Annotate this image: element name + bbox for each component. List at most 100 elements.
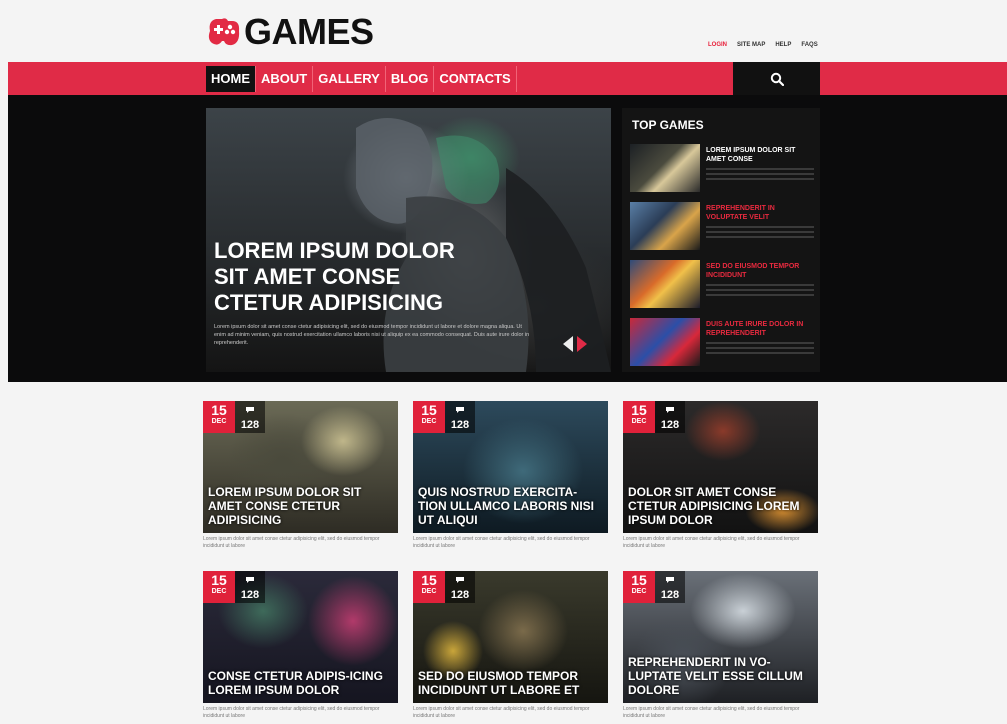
top-game-thumbnail: [630, 260, 700, 308]
post-title[interactable]: QUIS NOSTRUD EXERCITA-TION ULLAMCO LABOR…: [418, 485, 603, 527]
post-image: 15 DEC 128 SED DO EIUSMOD TEMPOR INCIDID…: [413, 571, 608, 703]
top-games-heading: TOP GAMES: [632, 118, 704, 132]
top-game-desc: [706, 226, 814, 240]
nav-gallery[interactable]: GALLERY: [313, 66, 386, 92]
post-card[interactable]: 15 DEC 128 DOLOR SIT AMET CONSE CTETUR A…: [623, 401, 818, 561]
top-game-item[interactable]: DUIS AUTE IRURE DOLOR IN REPREHENDERIT: [630, 318, 816, 366]
post-day: 15: [631, 572, 647, 588]
post-day: 15: [421, 402, 437, 418]
hero-slider[interactable]: LOREM IPSUM DOLOR SIT AMET CONSE CTETUR …: [206, 108, 611, 372]
nav-home[interactable]: HOME: [206, 66, 256, 92]
site-logo[interactable]: GAMES: [206, 10, 374, 54]
comment-count: 128: [450, 419, 470, 431]
nav-contacts[interactable]: CONTACTS: [434, 66, 517, 92]
post-excerpt: Lorem ipsum dolor sit amet conse ctetur …: [203, 536, 380, 549]
comment-icon: [666, 577, 674, 583]
faqs-link[interactable]: FAQS: [801, 42, 817, 48]
top-game-desc: [706, 284, 814, 298]
top-game-thumbnail: [630, 202, 700, 250]
top-game-thumbnail: [630, 144, 700, 192]
post-title[interactable]: DOLOR SIT AMET CONSE CTETUR ADIPISICING …: [628, 485, 813, 527]
comment-count-box[interactable]: 128: [445, 401, 475, 433]
main-nav: HOME ABOUT GALLERY BLOG CONTACTS: [206, 66, 517, 92]
top-game-title: LOREM IPSUM DOLOR SIT AMET CONSE: [706, 147, 796, 163]
comment-count: 128: [660, 589, 680, 601]
date-badge: 15 DEC: [203, 571, 235, 603]
login-link[interactable]: LOGIN: [708, 42, 727, 48]
comment-count-box[interactable]: 128: [235, 401, 265, 433]
prev-arrow-icon[interactable]: [563, 336, 573, 352]
top-game-title: DUIS AUTE IRURE DOLOR IN REPREHENDERIT: [706, 321, 804, 337]
top-game-desc: [706, 168, 814, 182]
next-arrow-icon[interactable]: [577, 336, 587, 352]
comment-count-box[interactable]: 128: [235, 571, 265, 603]
top-game-item[interactable]: LOREM IPSUM DOLOR SIT AMET CONSE: [630, 144, 816, 192]
post-month: DEC: [421, 588, 437, 595]
top-links: LOGIN SITE MAP HELP FAQS: [708, 42, 818, 48]
search-button[interactable]: [733, 62, 820, 95]
top-game-item[interactable]: SED DO EIUSMOD TEMPOR INCIDIDUNT: [630, 260, 816, 308]
gamepad-icon: [206, 15, 242, 49]
post-image: 15 DEC 128 REPREHENDERIT IN VO-LUPTATE V…: [623, 571, 818, 703]
comment-icon: [246, 577, 254, 583]
comment-count-box[interactable]: 128: [655, 401, 685, 433]
top-game-thumbnail: [630, 318, 700, 366]
comment-icon: [456, 577, 464, 583]
post-card[interactable]: 15 DEC 128 REPREHENDERIT IN VO-LUPTATE V…: [623, 571, 818, 724]
post-excerpt: Lorem ipsum dolor sit amet conse ctetur …: [413, 536, 590, 549]
hero-title: LOREM IPSUM DOLOR SIT AMET CONSE CTETUR …: [214, 238, 455, 315]
post-title[interactable]: CONSE CTETUR ADIPIS-ICING LOREM IPSUM DO…: [208, 669, 393, 697]
help-link[interactable]: HELP: [775, 42, 791, 48]
post-excerpt: Lorem ipsum dolor sit amet conse ctetur …: [413, 706, 590, 719]
top-games-panel: TOP GAMES LOREM IPSUM DOLOR SIT AMET CON…: [622, 108, 820, 372]
hero-arrows: [563, 336, 587, 352]
post-month: DEC: [631, 588, 647, 595]
post-image: 15 DEC 128 LOREM IPSUM DOLOR SIT AMET CO…: [203, 401, 398, 533]
post-month: DEC: [421, 418, 437, 425]
post-month: DEC: [631, 418, 647, 425]
search-icon: [770, 72, 784, 86]
post-day: 15: [421, 572, 437, 588]
comment-count-box[interactable]: 128: [445, 571, 475, 603]
post-day: 15: [211, 402, 227, 418]
post-excerpt: Lorem ipsum dolor sit amet conse ctetur …: [203, 706, 380, 719]
comment-icon: [666, 407, 674, 413]
top-game-title: SED DO EIUSMOD TEMPOR INCIDIDUNT: [706, 263, 800, 279]
post-card[interactable]: 15 DEC 128 CONSE CTETUR ADIPIS-ICING LOR…: [203, 571, 398, 724]
post-card[interactable]: 15 DEC 128 LOREM IPSUM DOLOR SIT AMET CO…: [203, 401, 398, 561]
site-map-link[interactable]: SITE MAP: [737, 42, 765, 48]
date-badge: 15 DEC: [623, 401, 655, 433]
post-excerpt: Lorem ipsum dolor sit amet conse ctetur …: [623, 706, 800, 719]
post-card[interactable]: 15 DEC 128 QUIS NOSTRUD EXERCITA-TION UL…: [413, 401, 608, 561]
post-title[interactable]: SED DO EIUSMOD TEMPOR INCIDIDUNT UT LABO…: [418, 669, 603, 697]
nav-blog[interactable]: BLOG: [386, 66, 435, 92]
comment-icon: [456, 407, 464, 413]
comment-icon: [246, 407, 254, 413]
post-day: 15: [631, 402, 647, 418]
date-badge: 15 DEC: [203, 401, 235, 433]
brand-name: GAMES: [244, 11, 374, 52]
post-excerpt: Lorem ipsum dolor sit amet conse ctetur …: [623, 536, 800, 549]
comment-count: 128: [450, 589, 470, 601]
comment-count: 128: [240, 589, 260, 601]
post-day: 15: [211, 572, 227, 588]
post-title[interactable]: REPREHENDERIT IN VO-LUPTATE VELIT ESSE C…: [628, 655, 813, 697]
post-month: DEC: [211, 588, 227, 595]
post-image: 15 DEC 128 DOLOR SIT AMET CONSE CTETUR A…: [623, 401, 818, 533]
date-badge: 15 DEC: [623, 571, 655, 603]
comment-count-box[interactable]: 128: [655, 571, 685, 603]
date-badge: 15 DEC: [413, 401, 445, 433]
top-game-desc: [706, 342, 814, 356]
post-card[interactable]: 15 DEC 128 SED DO EIUSMOD TEMPOR INCIDID…: [413, 571, 608, 724]
nav-about[interactable]: ABOUT: [256, 66, 314, 92]
post-title[interactable]: LOREM IPSUM DOLOR SIT AMET CONSE CTETUR …: [208, 485, 393, 527]
post-image: 15 DEC 128 QUIS NOSTRUD EXERCITA-TION UL…: [413, 401, 608, 533]
hero-text: Lorem ipsum dolor sit amet conse ctetur …: [214, 324, 530, 346]
date-badge: 15 DEC: [413, 571, 445, 603]
top-game-title: REPREHENDERIT IN VOLUPTATE VELIT: [706, 205, 775, 221]
comment-count: 128: [240, 419, 260, 431]
post-image: 15 DEC 128 CONSE CTETUR ADIPIS-ICING LOR…: [203, 571, 398, 703]
comment-count: 128: [660, 419, 680, 431]
post-month: DEC: [211, 418, 227, 425]
top-game-item[interactable]: REPREHENDERIT IN VOLUPTATE VELIT: [630, 202, 816, 250]
